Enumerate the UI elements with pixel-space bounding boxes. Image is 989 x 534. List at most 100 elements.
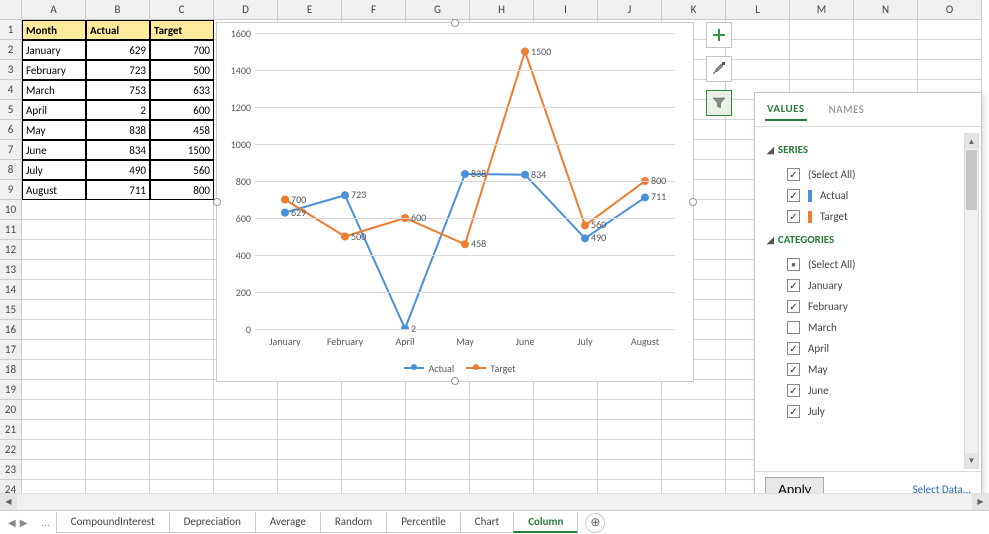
row-header-10[interactable]: 10 <box>0 200 22 220</box>
series-section-header[interactable]: ◢SERIES <box>767 143 969 156</box>
cell[interactable] <box>22 320 86 340</box>
cell[interactable] <box>918 40 982 60</box>
sheet-tab[interactable]: CompoundInterest <box>56 512 170 533</box>
cell[interactable] <box>86 360 150 380</box>
row-header-8[interactable]: 8 <box>0 160 22 180</box>
sheet-tab[interactable]: Depreciation <box>169 512 256 533</box>
cell[interactable] <box>342 440 406 460</box>
checkbox[interactable] <box>787 168 800 181</box>
column-header-K[interactable]: K <box>662 0 726 20</box>
cell[interactable] <box>342 420 406 440</box>
table-cell[interactable]: 600 <box>150 100 214 120</box>
table-cell[interactable]: 560 <box>150 160 214 180</box>
cell[interactable] <box>598 380 662 400</box>
filter-series-item[interactable]: (Select All) <box>767 164 969 185</box>
cell[interactable] <box>342 460 406 480</box>
table-cell[interactable]: 629 <box>86 40 150 60</box>
column-header-H[interactable]: H <box>470 0 534 20</box>
cell[interactable] <box>534 440 598 460</box>
filter-category-item[interactable]: January <box>767 275 969 296</box>
cell[interactable] <box>598 420 662 440</box>
table-cell[interactable]: August <box>22 180 86 200</box>
cell[interactable] <box>406 420 470 440</box>
cell[interactable] <box>470 380 534 400</box>
column-header-L[interactable]: L <box>726 0 790 20</box>
cell[interactable] <box>406 460 470 480</box>
new-sheet-button[interactable]: ⊕ <box>585 513 605 533</box>
table-cell[interactable]: 633 <box>150 80 214 100</box>
horizontal-scrollbar[interactable]: ◀ ▶ <box>0 493 989 510</box>
cell[interactable] <box>86 420 150 440</box>
cell[interactable] <box>22 400 86 420</box>
chart-legend[interactable]: Actual Target <box>217 362 693 375</box>
row-header-13[interactable]: 13 <box>0 260 22 280</box>
row-header-3[interactable]: 3 <box>0 60 22 80</box>
select-all-corner[interactable] <box>0 0 22 20</box>
scroll-up-icon[interactable]: ▲ <box>965 134 978 149</box>
tab-overflow[interactable]: ... <box>41 516 49 529</box>
cell[interactable] <box>470 460 534 480</box>
cell[interactable] <box>150 360 214 380</box>
table-cell[interactable]: 800 <box>150 180 214 200</box>
chart-object[interactable]: 02004006008001000120014001600JanuaryFebr… <box>216 22 694 382</box>
cell[interactable] <box>726 20 790 40</box>
row-header-22[interactable]: 22 <box>0 440 22 460</box>
tab-values[interactable]: VALUES <box>765 98 807 121</box>
cell[interactable] <box>790 60 854 80</box>
tab-names[interactable]: NAMES <box>827 99 867 120</box>
table-cell[interactable]: 838 <box>86 120 150 140</box>
cell[interactable] <box>214 440 278 460</box>
cell[interactable] <box>278 460 342 480</box>
tab-first-icon[interactable]: ◀ <box>8 516 16 529</box>
checkbox[interactable] <box>787 321 800 334</box>
table-cell[interactable]: 500 <box>150 60 214 80</box>
cell[interactable] <box>150 340 214 360</box>
table-cell[interactable]: July <box>22 160 86 180</box>
sheet-tab[interactable]: Column <box>513 512 578 533</box>
filter-series-item[interactable]: Target <box>767 206 969 227</box>
checkbox[interactable] <box>787 279 800 292</box>
table-cell[interactable]: January <box>22 40 86 60</box>
cell[interactable] <box>22 200 86 220</box>
filter-category-item[interactable]: April <box>767 338 969 359</box>
resize-handle[interactable] <box>451 377 459 385</box>
cell[interactable] <box>22 240 86 260</box>
table-cell[interactable]: 711 <box>86 180 150 200</box>
cell[interactable] <box>86 200 150 220</box>
chart-styles-button[interactable] <box>706 56 732 82</box>
row-header-5[interactable]: 5 <box>0 100 22 120</box>
cell[interactable] <box>22 220 86 240</box>
table-cell[interactable]: 700 <box>150 40 214 60</box>
resize-handle[interactable] <box>689 198 697 206</box>
column-header-E[interactable]: E <box>278 0 342 20</box>
checkbox[interactable] <box>787 300 800 313</box>
cell[interactable] <box>214 420 278 440</box>
checkbox[interactable] <box>787 210 800 223</box>
cell[interactable] <box>86 260 150 280</box>
row-header-21[interactable]: 21 <box>0 420 22 440</box>
scroll-right-icon[interactable]: ▶ <box>972 494 989 510</box>
cell[interactable] <box>150 280 214 300</box>
cell[interactable] <box>86 240 150 260</box>
cell[interactable] <box>86 340 150 360</box>
cell[interactable] <box>150 400 214 420</box>
cell[interactable] <box>150 460 214 480</box>
cell[interactable] <box>662 400 726 420</box>
cell[interactable] <box>22 420 86 440</box>
cell[interactable] <box>86 460 150 480</box>
cell[interactable] <box>150 260 214 280</box>
cell[interactable] <box>598 400 662 420</box>
table-cell[interactable]: February <box>22 60 86 80</box>
cell[interactable] <box>214 400 278 420</box>
cell[interactable] <box>534 460 598 480</box>
column-header-I[interactable]: I <box>534 0 598 20</box>
row-header-16[interactable]: 16 <box>0 320 22 340</box>
plot-area[interactable]: 02004006008001000120014001600JanuaryFebr… <box>255 33 675 329</box>
cell[interactable] <box>86 320 150 340</box>
row-header-12[interactable]: 12 <box>0 240 22 260</box>
table-cell[interactable]: 1500 <box>150 140 214 160</box>
checkbox[interactable] <box>787 189 800 202</box>
filter-category-item[interactable]: June <box>767 380 969 401</box>
cell[interactable] <box>662 420 726 440</box>
scroll-thumb[interactable] <box>966 150 977 210</box>
